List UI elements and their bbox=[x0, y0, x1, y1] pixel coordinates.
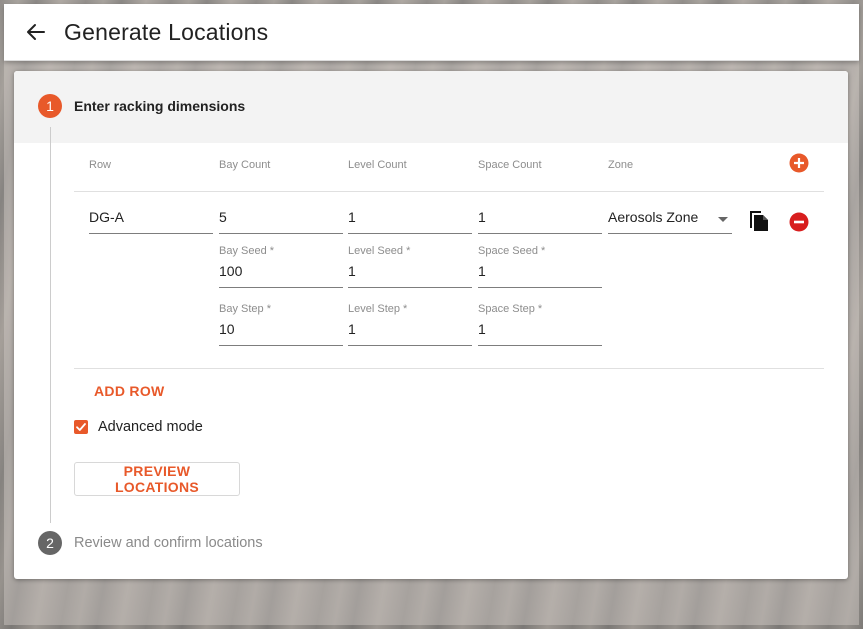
header-divider bbox=[74, 191, 824, 192]
stepper-connector bbox=[50, 127, 51, 523]
space-seed-value: 1 bbox=[478, 263, 486, 279]
space-count-value: 1 bbox=[478, 209, 486, 225]
level-step-value: 1 bbox=[348, 321, 356, 337]
space-step-input[interactable]: Space Step * 1 bbox=[478, 303, 602, 346]
space-seed-input[interactable]: Space Seed * 1 bbox=[478, 245, 602, 288]
column-header-zone: Zone bbox=[608, 159, 634, 171]
preview-locations-button[interactable]: PREVIEW LOCATIONS bbox=[74, 462, 240, 496]
stepper-card: 1 Enter racking dimensions Row Bay Count… bbox=[14, 71, 848, 579]
caret-down-icon bbox=[718, 217, 728, 222]
arrow-left-icon bbox=[27, 24, 45, 40]
bay-seed-label: Bay Seed * bbox=[219, 245, 275, 257]
zone-select[interactable]: Aerosols Zone bbox=[608, 203, 732, 234]
level-step-input[interactable]: Level Step * 1 bbox=[348, 303, 472, 346]
column-header-level-count: Level Count bbox=[348, 159, 407, 171]
bay-count-value: 5 bbox=[219, 209, 227, 225]
copy-row-button[interactable] bbox=[747, 209, 771, 233]
column-header-row: Row bbox=[89, 159, 112, 171]
bay-seed-input[interactable]: Bay Seed * 100 bbox=[219, 245, 343, 288]
bay-step-label: Bay Step * bbox=[219, 303, 271, 315]
back-button[interactable] bbox=[24, 20, 48, 44]
level-seed-label: Level Seed * bbox=[348, 245, 411, 257]
step-2-badge: 2 bbox=[38, 531, 62, 555]
app-bar: Generate Locations bbox=[4, 4, 859, 61]
bay-count-input[interactable]: 5 bbox=[219, 203, 343, 234]
page-title: Generate Locations bbox=[64, 18, 269, 45]
bay-step-input[interactable]: Bay Step * 10 bbox=[219, 303, 343, 346]
step-1-title[interactable]: Enter racking dimensions bbox=[74, 98, 245, 114]
step-1-badge: 1 bbox=[38, 94, 62, 118]
column-header-space-count: Space Count bbox=[478, 159, 542, 171]
level-count-input[interactable]: 1 bbox=[348, 203, 472, 234]
column-header-bay-count: Bay Count bbox=[219, 159, 271, 171]
remove-row-button[interactable] bbox=[789, 212, 809, 232]
level-seed-value: 1 bbox=[348, 263, 356, 279]
advanced-mode-checkbox[interactable]: Advanced mode bbox=[74, 419, 203, 435]
step-2-title[interactable]: Review and confirm locations bbox=[74, 535, 263, 551]
bay-step-value: 10 bbox=[219, 321, 235, 337]
zone-value: Aerosols Zone bbox=[608, 209, 699, 225]
space-seed-label: Space Seed * bbox=[478, 245, 546, 257]
minus-circle-icon bbox=[789, 212, 809, 232]
level-step-label: Level Step * bbox=[348, 303, 408, 315]
level-seed-input[interactable]: Level Seed * 1 bbox=[348, 245, 472, 288]
add-row-icon-button[interactable] bbox=[789, 153, 809, 173]
advanced-mode-label: Advanced mode bbox=[98, 419, 203, 435]
row-divider bbox=[74, 368, 824, 369]
row-name-input[interactable]: DG-A bbox=[89, 203, 213, 234]
space-step-label: Space Step * bbox=[478, 303, 543, 315]
add-row-button[interactable]: ADD ROW bbox=[90, 381, 169, 401]
plus-circle-icon bbox=[789, 153, 809, 173]
copy-icon bbox=[750, 211, 768, 231]
level-count-value: 1 bbox=[348, 209, 356, 225]
space-count-input[interactable]: 1 bbox=[478, 203, 602, 234]
space-step-value: 1 bbox=[478, 321, 486, 337]
check-icon bbox=[76, 423, 86, 431]
row-name-value: DG-A bbox=[89, 209, 124, 225]
checkbox-box[interactable] bbox=[74, 420, 88, 434]
bay-seed-value: 100 bbox=[219, 263, 243, 279]
